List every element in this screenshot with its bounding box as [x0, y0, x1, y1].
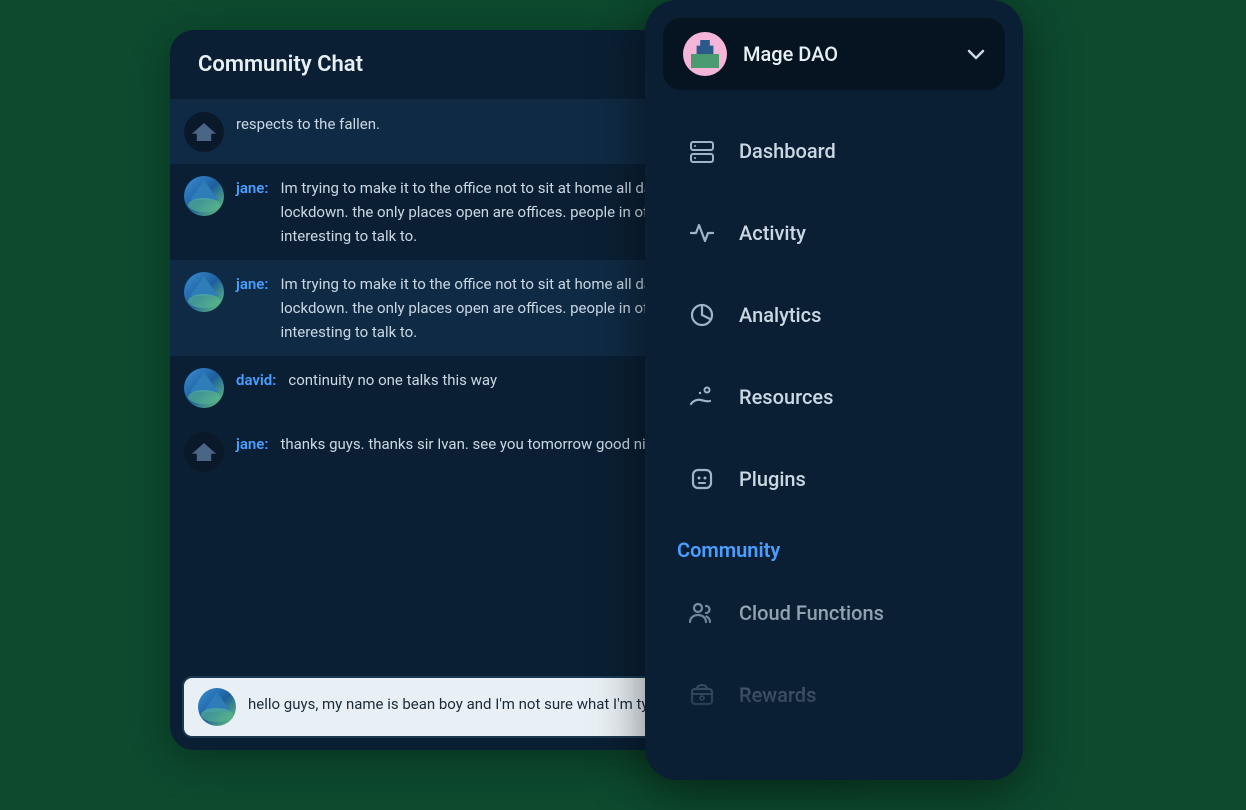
message-text: continuity no one talks this way — [288, 368, 497, 392]
user-avatar[interactable] — [184, 272, 224, 312]
nav-label: Rewards — [739, 683, 816, 707]
nav-label: Plugins — [739, 467, 806, 491]
nav-label: Analytics — [739, 303, 821, 327]
nav-item-dashboard[interactable]: Dashboard — [673, 110, 995, 192]
org-avatar — [683, 32, 727, 76]
section-label-community: Community — [673, 520, 995, 572]
nav-item-plugins[interactable]: Plugins — [673, 438, 995, 520]
nav-item-activity[interactable]: Activity — [673, 192, 995, 274]
username[interactable]: david: — [236, 368, 276, 392]
plugins-icon — [687, 464, 717, 494]
nav-item-analytics[interactable]: Analytics — [673, 274, 995, 356]
nav-label: Dashboard — [739, 139, 836, 163]
user-avatar[interactable] — [184, 368, 224, 408]
resources-icon — [687, 382, 717, 412]
dashboard-icon — [687, 136, 717, 166]
user-avatar[interactable] — [184, 176, 224, 216]
chevron-down-icon — [967, 49, 985, 60]
users-icon — [687, 598, 717, 628]
self-avatar — [198, 688, 236, 726]
username[interactable]: jane: — [236, 432, 268, 456]
nav-item-cloud-functions[interactable]: Cloud Functions — [673, 572, 995, 654]
user-avatar[interactable] — [184, 112, 224, 152]
user-avatar[interactable] — [184, 432, 224, 472]
nav-item-rewards[interactable]: Rewards — [673, 654, 995, 736]
nav: Dashboard Activity Analytics Resources P — [663, 90, 1005, 756]
org-selector[interactable]: Mage DAO — [663, 18, 1005, 90]
sidebar: Mage DAO Dashboard Activity Analytics — [645, 0, 1023, 780]
nav-label: Activity — [739, 221, 806, 245]
username[interactable]: jane: — [236, 176, 268, 248]
nav-label: Cloud Functions — [739, 601, 884, 625]
analytics-icon — [687, 300, 717, 330]
activity-icon — [687, 218, 717, 248]
nav-label: Resources — [739, 385, 833, 409]
username[interactable]: jane: — [236, 272, 268, 344]
nav-item-resources[interactable]: Resources — [673, 356, 995, 438]
org-name: Mage DAO — [743, 42, 951, 66]
rewards-icon — [687, 680, 717, 710]
